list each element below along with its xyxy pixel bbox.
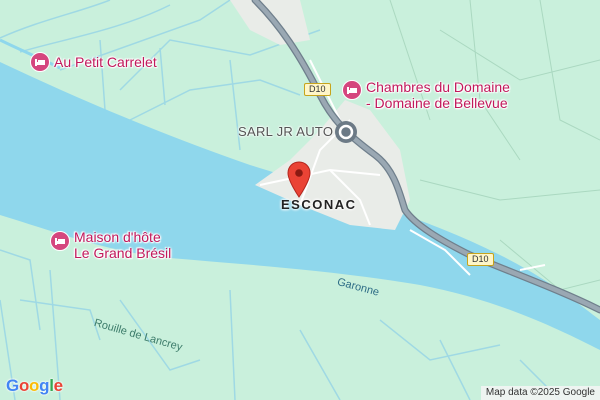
google-logo-letter: g (39, 376, 50, 395)
poi-label-domaine-de-bellevue[interactable]: - Domaine de Bellevue (366, 95, 508, 111)
place-label-esconac: ESCONAC (281, 197, 357, 212)
poi-label-chambres-du-domaine[interactable]: Chambres du Domaine (366, 79, 510, 95)
business-label-sarl-jr-auto[interactable]: SARL JR AUTO (238, 124, 333, 139)
google-logo: Google (6, 376, 63, 396)
poi-label-maison-dhote[interactable]: Maison d'hôte (74, 229, 161, 245)
location-pin-icon[interactable] (287, 161, 311, 199)
poi-label-le-grand-bresil[interactable]: Le Grand Brésil (74, 245, 171, 261)
map-attribution[interactable]: Map data ©2025 Google (480, 386, 600, 400)
google-logo-letter: o (18, 376, 30, 395)
map-canvas[interactable]: D10 D10 Au Petit Carrelet Chambres du Do… (0, 0, 600, 400)
road-shield-d10-north: D10 (304, 83, 331, 96)
bed-icon[interactable] (342, 80, 362, 100)
google-logo-letter: e (53, 376, 63, 395)
poi-label-au-petit-carrelet[interactable]: Au Petit Carrelet (54, 54, 157, 70)
bed-icon[interactable] (30, 52, 50, 72)
circle-marker-icon[interactable] (334, 120, 358, 144)
road-shield-d10-south: D10 (467, 253, 494, 266)
google-logo-letter: o (29, 376, 40, 395)
bed-icon[interactable] (50, 231, 70, 251)
google-logo-letter: G (6, 376, 19, 395)
